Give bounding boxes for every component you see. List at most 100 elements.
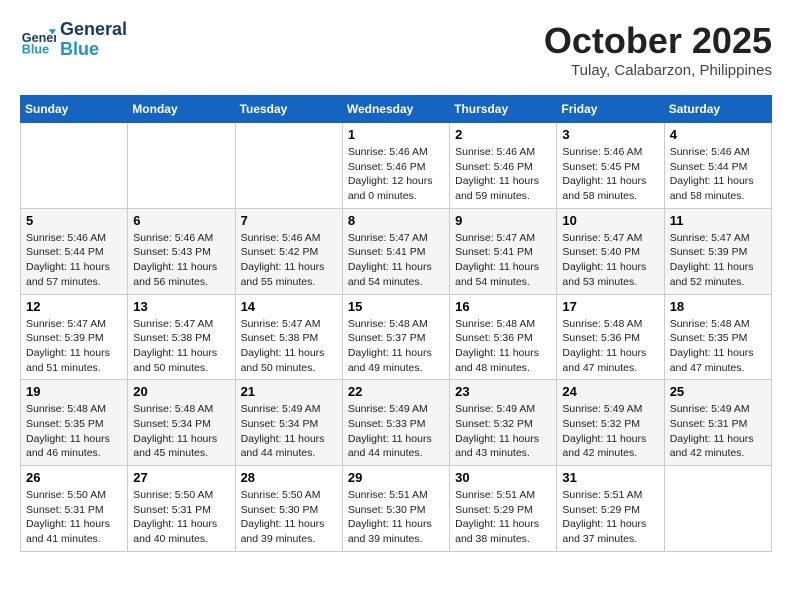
day-info: Sunrise: 5:49 AMSunset: 5:32 PMDaylight:… <box>562 402 658 461</box>
day-info: Sunrise: 5:49 AMSunset: 5:33 PMDaylight:… <box>348 402 444 461</box>
day-number: 8 <box>348 213 444 228</box>
calendar-day-cell: 25 Sunrise: 5:49 AMSunset: 5:31 PMDayligh… <box>664 380 771 466</box>
calendar-day-cell: 1 Sunrise: 5:46 AMSunset: 5:46 PMDaylight… <box>342 123 449 209</box>
day-number: 3 <box>562 127 658 142</box>
calendar-day-cell: 13 Sunrise: 5:47 AMSunset: 5:38 PMDayligh… <box>128 294 235 380</box>
day-number: 26 <box>26 470 122 485</box>
calendar-day-cell: 27Sunrise: 5:50 AMSunset: 5:31 PMDayligh… <box>128 466 235 552</box>
calendar-day-cell <box>21 123 128 209</box>
day-number: 9 <box>455 213 551 228</box>
day-info: Sunrise: 5:51 AMSunset: 5:29 PMDaylight:… <box>455 488 551 547</box>
day-info: Sunrise: 5:48 AMSunset: 5:36 PMDaylight:… <box>455 317 551 376</box>
calendar-day-cell: 22 Sunrise: 5:49 AMSunset: 5:33 PMDayligh… <box>342 380 449 466</box>
day-number: 19 <box>26 384 122 399</box>
day-info: Sunrise: 5:49 AMSunset: 5:31 PMDaylight:… <box>670 402 766 461</box>
calendar-table: SundayMondayTuesdayWednesdayThursdayFrid… <box>20 95 772 552</box>
calendar-day-cell: 16 Sunrise: 5:48 AMSunset: 5:36 PMDayligh… <box>450 294 557 380</box>
day-info: Sunrise: 5:49 AMSunset: 5:32 PMDaylight:… <box>455 402 551 461</box>
day-info: Sunrise: 5:48 AMSunset: 5:36 PMDaylight:… <box>562 317 658 376</box>
page-header: General Blue General Blue October 2025 T… <box>20 20 772 79</box>
header-row: SundayMondayTuesdayWednesdayThursdayFrid… <box>21 96 772 123</box>
calendar-week-row: 1 Sunrise: 5:46 AMSunset: 5:46 PMDaylight… <box>21 123 772 209</box>
calendar-day-cell: 10Sunrise: 5:47 AMSunset: 5:40 PMDayligh… <box>557 208 664 294</box>
day-number: 28 <box>241 470 337 485</box>
calendar-body: 1 Sunrise: 5:46 AMSunset: 5:46 PMDaylight… <box>21 123 772 552</box>
day-number: 25 <box>670 384 766 399</box>
day-number: 30 <box>455 470 551 485</box>
logo-text: General Blue <box>60 20 127 60</box>
day-info: Sunrise: 5:48 AMSunset: 5:35 PMDaylight:… <box>26 402 122 461</box>
calendar-day-cell: 5 Sunrise: 5:46 AMSunset: 5:44 PMDaylight… <box>21 208 128 294</box>
day-info: Sunrise: 5:47 AMSunset: 5:39 PMDaylight:… <box>670 231 766 290</box>
day-info: Sunrise: 5:46 AMSunset: 5:44 PMDaylight:… <box>670 145 766 204</box>
calendar-day-cell: 19 Sunrise: 5:48 AMSunset: 5:35 PMDayligh… <box>21 380 128 466</box>
day-of-week-header: Tuesday <box>235 96 342 123</box>
day-number: 29 <box>348 470 444 485</box>
day-info: Sunrise: 5:50 AMSunset: 5:30 PMDaylight:… <box>241 488 337 547</box>
day-info: Sunrise: 5:50 AMSunset: 5:31 PMDaylight:… <box>26 488 122 547</box>
calendar-day-cell: 2Sunrise: 5:46 AMSunset: 5:46 PMDaylight… <box>450 123 557 209</box>
day-of-week-header: Thursday <box>450 96 557 123</box>
day-info: Sunrise: 5:47 AMSunset: 5:39 PMDaylight:… <box>26 317 122 376</box>
calendar-day-cell: 28 Sunrise: 5:50 AMSunset: 5:30 PMDayligh… <box>235 466 342 552</box>
day-number: 16 <box>455 299 551 314</box>
day-number: 5 <box>26 213 122 228</box>
calendar-day-cell: 3 Sunrise: 5:46 AMSunset: 5:45 PMDaylight… <box>557 123 664 209</box>
day-number: 1 <box>348 127 444 142</box>
calendar-day-cell: 4 Sunrise: 5:46 AMSunset: 5:44 PMDaylight… <box>664 123 771 209</box>
day-info: Sunrise: 5:46 AMSunset: 5:45 PMDaylight:… <box>562 145 658 204</box>
day-number: 15 <box>348 299 444 314</box>
calendar-day-cell: 15 Sunrise: 5:48 AMSunset: 5:37 PMDayligh… <box>342 294 449 380</box>
day-info: Sunrise: 5:47 AMSunset: 5:41 PMDaylight:… <box>455 231 551 290</box>
day-info: Sunrise: 5:48 AMSunset: 5:37 PMDaylight:… <box>348 317 444 376</box>
day-number: 27 <box>133 470 229 485</box>
calendar-day-cell: 23Sunrise: 5:49 AMSunset: 5:32 PMDayligh… <box>450 380 557 466</box>
day-number: 10 <box>562 213 658 228</box>
day-info: Sunrise: 5:47 AMSunset: 5:38 PMDaylight:… <box>241 317 337 376</box>
day-number: 4 <box>670 127 766 142</box>
calendar-week-row: 5 Sunrise: 5:46 AMSunset: 5:44 PMDaylight… <box>21 208 772 294</box>
day-number: 22 <box>348 384 444 399</box>
calendar-day-cell <box>235 123 342 209</box>
calendar-day-cell <box>128 123 235 209</box>
day-number: 13 <box>133 299 229 314</box>
logo-icon: General Blue <box>20 22 56 58</box>
day-of-week-header: Wednesday <box>342 96 449 123</box>
day-number: 20 <box>133 384 229 399</box>
calendar-week-row: 26 Sunrise: 5:50 AMSunset: 5:31 PMDayligh… <box>21 466 772 552</box>
day-info: Sunrise: 5:47 AMSunset: 5:38 PMDaylight:… <box>133 317 229 376</box>
location: Tulay, Calabarzon, Philippines <box>544 62 772 79</box>
calendar-week-row: 19 Sunrise: 5:48 AMSunset: 5:35 PMDayligh… <box>21 380 772 466</box>
day-info: Sunrise: 5:49 AMSunset: 5:34 PMDaylight:… <box>241 402 337 461</box>
day-number: 24 <box>562 384 658 399</box>
svg-text:Blue: Blue <box>22 42 49 56</box>
day-number: 31 <box>562 470 658 485</box>
day-number: 14 <box>241 299 337 314</box>
day-info: Sunrise: 5:48 AMSunset: 5:34 PMDaylight:… <box>133 402 229 461</box>
calendar-day-cell: 7 Sunrise: 5:46 AMSunset: 5:42 PMDaylight… <box>235 208 342 294</box>
day-of-week-header: Saturday <box>664 96 771 123</box>
day-info: Sunrise: 5:51 AMSunset: 5:29 PMDaylight:… <box>562 488 658 547</box>
day-number: 7 <box>241 213 337 228</box>
calendar-day-cell: 26 Sunrise: 5:50 AMSunset: 5:31 PMDayligh… <box>21 466 128 552</box>
calendar-day-cell: 12Sunrise: 5:47 AMSunset: 5:39 PMDayligh… <box>21 294 128 380</box>
day-info: Sunrise: 5:46 AMSunset: 5:46 PMDaylight:… <box>455 145 551 204</box>
calendar-day-cell: 24 Sunrise: 5:49 AMSunset: 5:32 PMDayligh… <box>557 380 664 466</box>
calendar-day-cell: 20 Sunrise: 5:48 AMSunset: 5:34 PMDayligh… <box>128 380 235 466</box>
day-of-week-header: Friday <box>557 96 664 123</box>
calendar-day-cell: 9 Sunrise: 5:47 AMSunset: 5:41 PMDaylight… <box>450 208 557 294</box>
calendar-day-cell: 31 Sunrise: 5:51 AMSunset: 5:29 PMDayligh… <box>557 466 664 552</box>
calendar-day-cell: 6Sunrise: 5:46 AMSunset: 5:43 PMDaylight… <box>128 208 235 294</box>
calendar-week-row: 12Sunrise: 5:47 AMSunset: 5:39 PMDayligh… <box>21 294 772 380</box>
calendar-day-cell: 18Sunrise: 5:48 AMSunset: 5:35 PMDayligh… <box>664 294 771 380</box>
calendar-day-cell: 30 Sunrise: 5:51 AMSunset: 5:29 PMDayligh… <box>450 466 557 552</box>
day-number: 21 <box>241 384 337 399</box>
calendar-day-cell: 14 Sunrise: 5:47 AMSunset: 5:38 PMDayligh… <box>235 294 342 380</box>
day-number: 11 <box>670 213 766 228</box>
day-info: Sunrise: 5:48 AMSunset: 5:35 PMDaylight:… <box>670 317 766 376</box>
day-info: Sunrise: 5:46 AMSunset: 5:44 PMDaylight:… <box>26 231 122 290</box>
title-block: October 2025 Tulay, Calabarzon, Philippi… <box>544 20 772 79</box>
day-info: Sunrise: 5:46 AMSunset: 5:42 PMDaylight:… <box>241 231 337 290</box>
day-info: Sunrise: 5:46 AMSunset: 5:46 PMDaylight:… <box>348 145 444 204</box>
logo: General Blue General Blue <box>20 20 127 60</box>
